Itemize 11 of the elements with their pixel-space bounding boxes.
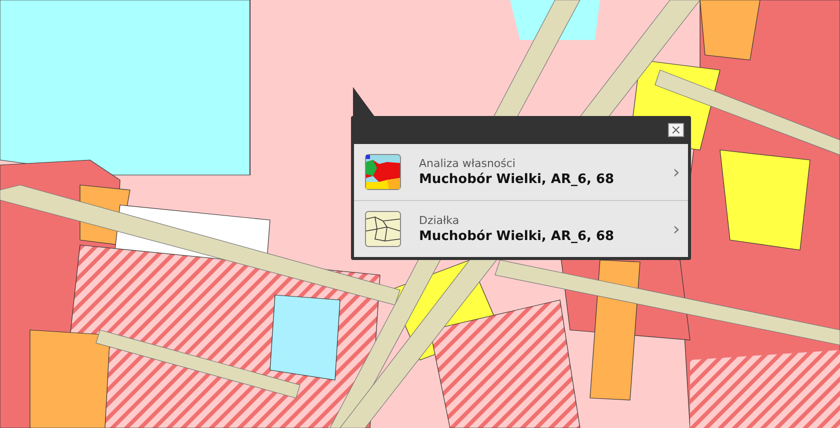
close-button[interactable]: × [668, 123, 684, 137]
item-category: Analiza własności [419, 157, 516, 170]
parcel-map-icon [365, 211, 401, 247]
item-title: Muchobór Wielki, AR_6, 68 [419, 229, 616, 244]
chevron-icon: › [672, 218, 680, 240]
item-title: Muchobór Wielki, AR_6, 68 [419, 172, 616, 187]
ownership-map-icon [365, 154, 401, 190]
item-category: Działka [419, 214, 460, 227]
popup-list-item[interactable]: Analiza własności Muchobór Wielki, AR_6, 68 › [354, 144, 688, 201]
popup-list-item[interactable]: Działka Muchobór Wielki, AR_6, 68 › [354, 201, 688, 257]
chevron-icon: › [672, 162, 680, 182]
